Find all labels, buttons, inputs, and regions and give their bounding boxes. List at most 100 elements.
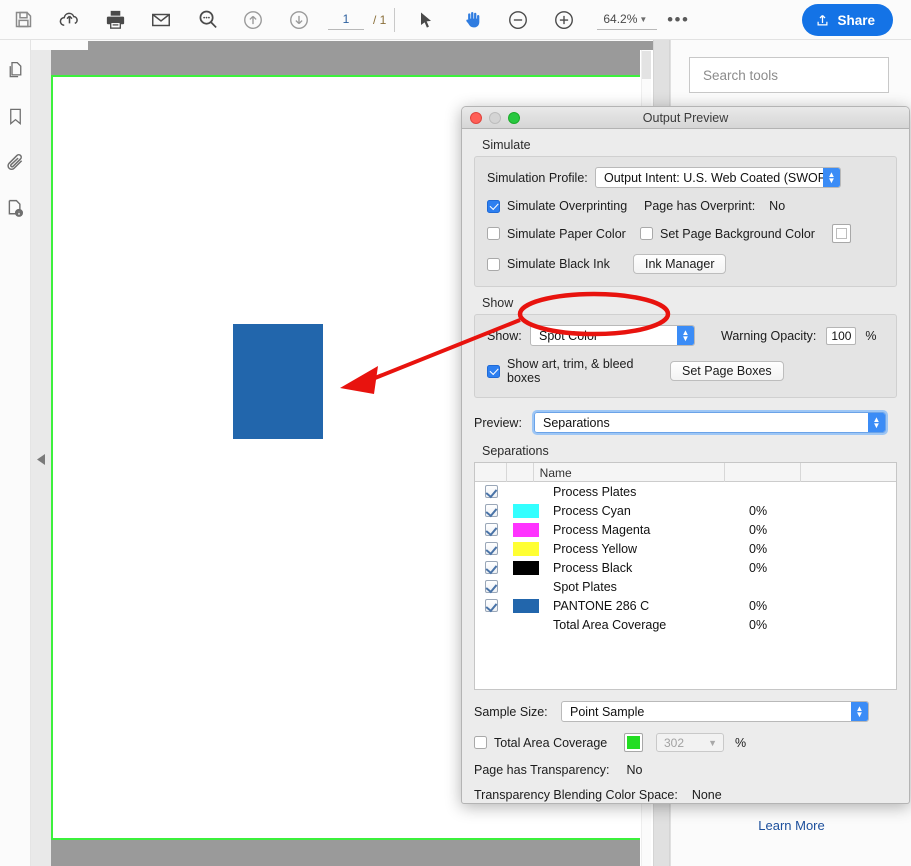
- page-margin-bottom: [51, 840, 640, 866]
- show-dropdown[interactable]: Spot Color ▲ ▼: [530, 325, 695, 346]
- learn-more-link[interactable]: Learn More: [671, 818, 911, 833]
- page-total-label: / 1: [373, 12, 387, 27]
- attachments-icon[interactable]: [3, 150, 27, 174]
- separation-color-swatch: [513, 598, 539, 613]
- separation-name: Process Magenta: [553, 522, 651, 537]
- separations-rows: Process Plates Process Cyan 0% Process Mage…: [475, 482, 896, 634]
- separations-table[interactable]: Name Process Plates Process Cyan 0% Process…: [474, 462, 897, 690]
- table-row[interactable]: Spot Plates: [475, 577, 896, 596]
- total-area-coverage-checkbox[interactable]: [474, 736, 487, 749]
- simulate-paper-color-row: Simulate Paper Color Set Page Background…: [487, 224, 884, 243]
- dialog-title-bar[interactable]: Output Preview: [462, 107, 909, 129]
- zoom-out-icon[interactable]: [495, 0, 541, 40]
- total-area-coverage-value-combo[interactable]: 302 ▼: [656, 733, 724, 752]
- set-page-background-color-label: Set Page Background Color: [660, 226, 815, 241]
- page-thumbnails-icon[interactable]: [3, 58, 27, 82]
- show-label: Show:: [487, 328, 522, 343]
- search-tools-input[interactable]: Search tools: [689, 57, 889, 93]
- zoom-in-icon[interactable]: [541, 0, 587, 40]
- table-row[interactable]: Process Black 0%: [475, 558, 896, 577]
- total-area-coverage-percent: %: [735, 735, 747, 750]
- set-page-background-color-checkbox[interactable]: [640, 227, 653, 240]
- table-row[interactable]: Process Magenta 0%: [475, 520, 896, 539]
- zoom-control[interactable]: 64.2% ▼: [597, 10, 658, 30]
- trim-box-guide-bottom: [51, 838, 640, 840]
- document-info-icon[interactable]: [3, 196, 27, 220]
- table-row[interactable]: Total Area Coverage 0%: [475, 615, 896, 634]
- set-page-boxes-button[interactable]: Set Page Boxes: [670, 361, 784, 381]
- separation-checkbox-cell[interactable]: [475, 485, 507, 498]
- simulate-black-ink-row: Simulate Black Ink Ink Manager: [487, 254, 884, 274]
- column-header-value[interactable]: [725, 463, 801, 482]
- separation-checkbox-cell[interactable]: [475, 504, 507, 517]
- simulate-overprinting-checkbox[interactable]: [487, 199, 500, 213]
- page-background-color-swatch[interactable]: [831, 224, 851, 243]
- chevron-updown-icon: ▲ ▼: [851, 702, 868, 721]
- total-area-coverage-swatch[interactable]: [624, 733, 643, 752]
- email-icon[interactable]: [138, 0, 184, 40]
- save-icon[interactable]: [0, 0, 46, 40]
- maximize-window-button[interactable]: [508, 112, 520, 124]
- ink-manager-button[interactable]: Ink Manager: [633, 254, 727, 274]
- preview-label: Preview:: [474, 415, 522, 430]
- column-header-name[interactable]: Name: [534, 463, 726, 482]
- print-icon[interactable]: [92, 0, 138, 40]
- horizontal-scrollbar[interactable]: [31, 40, 671, 50]
- collapse-sidebar-button[interactable]: [33, 444, 49, 474]
- separation-checkbox-cell[interactable]: [475, 542, 507, 555]
- search-zoom-icon[interactable]: [184, 0, 230, 40]
- simulate-black-ink-checkbox[interactable]: [487, 257, 500, 271]
- column-header-swatch[interactable]: [507, 463, 534, 482]
- minimize-window-button[interactable]: [489, 112, 501, 124]
- select-cursor-icon[interactable]: [403, 0, 449, 40]
- table-row[interactable]: Process Yellow 0%: [475, 539, 896, 558]
- separation-checkbox[interactable]: [484, 561, 498, 574]
- bookmarks-icon[interactable]: [3, 104, 27, 128]
- separation-percentage: 0%: [749, 541, 768, 556]
- separations-table-header: Name: [475, 463, 896, 482]
- trim-box-guide-top: [51, 75, 640, 77]
- separation-checkbox[interactable]: [484, 523, 498, 536]
- page-down-icon[interactable]: [276, 0, 322, 40]
- page-up-icon[interactable]: [230, 0, 276, 40]
- separation-checkbox[interactable]: [484, 504, 498, 517]
- close-window-button[interactable]: [470, 112, 482, 124]
- column-header-checkbox[interactable]: [475, 463, 507, 482]
- separation-color-swatch: [513, 541, 539, 556]
- trim-box-guide-left: [51, 75, 53, 840]
- separation-checkbox-cell[interactable]: [475, 561, 507, 574]
- page-number-input[interactable]: [328, 9, 364, 30]
- show-boxes-row: Show art, trim, & bleed boxes Set Page B…: [487, 357, 884, 385]
- preview-dropdown[interactable]: Separations ▲ ▼: [532, 410, 888, 435]
- simulate-group-label: Simulate: [482, 138, 531, 152]
- simulation-profile-dropdown[interactable]: Output Intent: U.S. Web Coated (SWOP)… ▲…: [595, 167, 841, 188]
- separation-name: Spot Plates: [553, 579, 617, 594]
- warning-opacity-label: Warning Opacity:: [721, 328, 817, 343]
- table-row[interactable]: PANTONE 286 C 0%: [475, 596, 896, 615]
- show-boxes-checkbox[interactable]: [487, 364, 500, 378]
- separation-checkbox-cell[interactable]: [475, 599, 507, 612]
- separation-checkbox[interactable]: [484, 542, 498, 555]
- separation-checkbox-cell[interactable]: [475, 580, 507, 593]
- sample-size-dropdown[interactable]: Point Sample ▲ ▼: [561, 701, 869, 722]
- cloud-upload-icon[interactable]: [46, 0, 92, 40]
- separation-checkbox[interactable]: [484, 485, 498, 498]
- chevron-down-icon[interactable]: ▼: [639, 15, 647, 24]
- table-row[interactable]: Process Plates: [475, 482, 896, 501]
- separation-percentage: 0%: [749, 522, 768, 537]
- total-area-coverage-value: 302: [664, 735, 685, 750]
- table-row[interactable]: Process Cyan 0%: [475, 501, 896, 520]
- warning-opacity-input[interactable]: 100: [826, 326, 857, 345]
- share-button[interactable]: Share: [802, 4, 893, 36]
- simulate-paper-color-checkbox[interactable]: [487, 227, 500, 240]
- vertical-scrollbar-thumb[interactable]: [642, 51, 651, 79]
- preview-dropdown-value: Separations: [543, 415, 610, 430]
- separation-checkbox[interactable]: [484, 599, 498, 612]
- dialog-body: Simulate Simulation Profile: Output Inte…: [462, 138, 909, 802]
- separation-checkbox-cell[interactable]: [475, 523, 507, 536]
- column-header-extra[interactable]: [801, 463, 896, 482]
- horizontal-scrollbar-thumb[interactable]: [88, 41, 671, 50]
- more-options-button[interactable]: •••: [655, 0, 701, 40]
- hand-tool-icon[interactable]: [449, 0, 495, 40]
- separation-checkbox[interactable]: [484, 580, 498, 593]
